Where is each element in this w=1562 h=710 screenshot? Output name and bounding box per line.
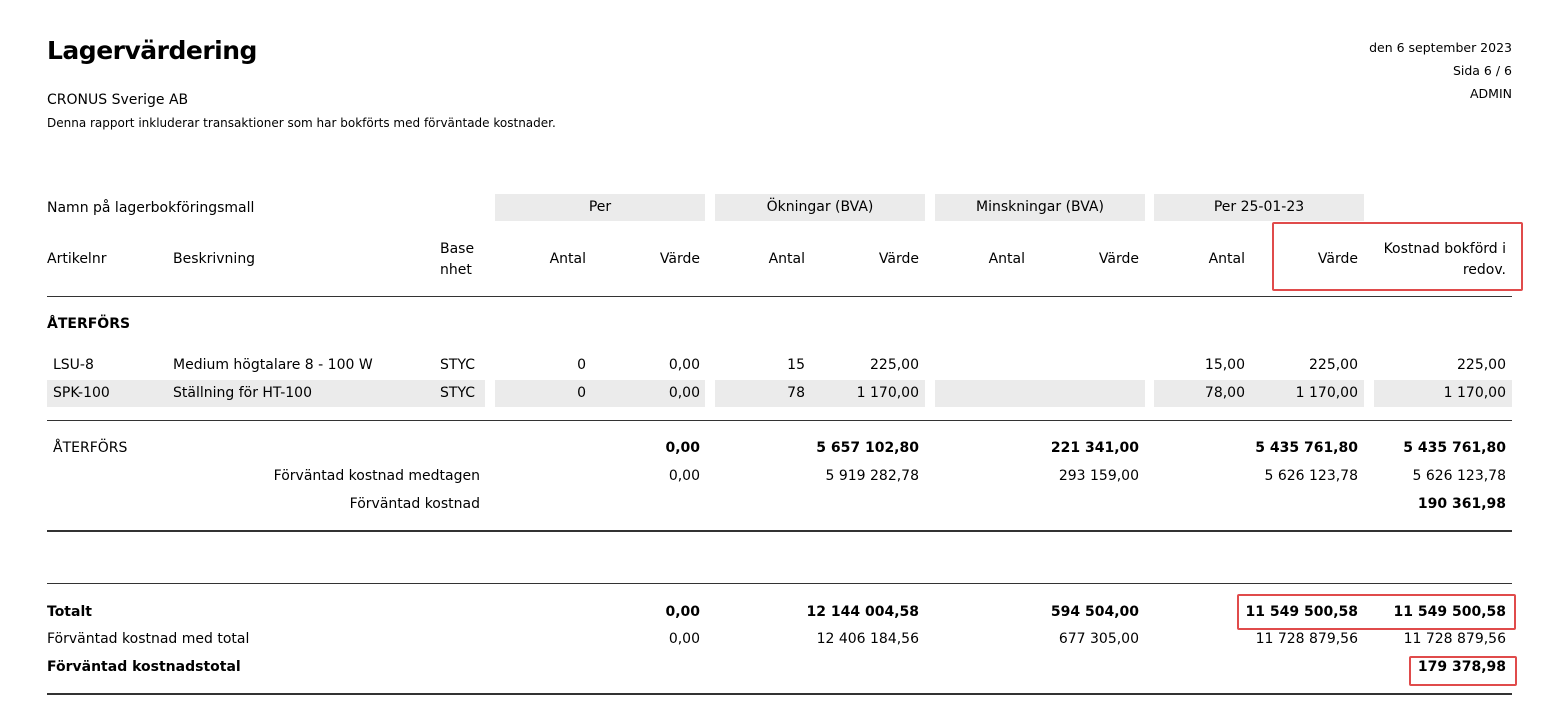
report-title: Lagervärdering <box>47 36 257 65</box>
bottom-divider <box>47 693 1512 695</box>
col-min-antal: Antal <box>988 251 1025 267</box>
subtotal-kostnad: 5 435 761,80 <box>1403 440 1506 456</box>
subtotal-expected-min: 293 159,00 <box>1058 468 1139 484</box>
col-okn-antal: Antal <box>768 251 805 267</box>
section-end-divider <box>47 530 1512 532</box>
item-end-varde: 225,00 <box>1309 357 1358 373</box>
item-kostnad: 1 170,00 <box>1443 385 1506 401</box>
item-desc: Ställning för HT-100 <box>173 385 312 401</box>
highlight-box-header <box>1272 222 1523 291</box>
item-per-antal: 0 <box>577 357 586 373</box>
subtotal-expected-okn: 5 919 282,78 <box>825 468 919 484</box>
item-unit: STYC <box>440 385 475 401</box>
subtotal-expected-end: 5 626 123,78 <box>1264 468 1358 484</box>
col-artikelnr: Artikelnr <box>47 251 107 267</box>
total-expected-min: 677 305,00 <box>1058 631 1139 647</box>
total-per-varde: 0,00 <box>665 604 700 620</box>
col-per-varde: Värde <box>659 251 700 267</box>
expected-total-label: Förväntad kostnadstotal <box>47 659 241 675</box>
col-okn-varde: Värde <box>878 251 919 267</box>
subtotal-per-varde: 0,00 <box>665 440 700 456</box>
item-end-antal: 15,00 <box>1204 357 1245 373</box>
total-expected-end: 11 728 879,56 <box>1255 631 1358 647</box>
group-header-okningar: Ökningar (BVA) <box>715 194 925 221</box>
total-expected-okn: 12 406 184,56 <box>816 631 919 647</box>
item-end-varde: 1 170,00 <box>1295 385 1358 401</box>
total-label: Totalt <box>47 604 92 620</box>
item-per-antal: 0 <box>577 385 586 401</box>
row-shade <box>935 380 1145 407</box>
item-per-varde: 0,00 <box>668 357 700 373</box>
highlight-box-total <box>1237 594 1516 630</box>
item-nr: SPK-100 <box>53 385 110 401</box>
col-base-line1: Base <box>440 241 475 257</box>
col-end-antal: Antal <box>1208 251 1245 267</box>
company-name: CRONUS Sverige AB <box>47 92 189 108</box>
total-min-varde: 594 504,00 <box>1050 604 1139 620</box>
subtotal-expected-per: 0,00 <box>668 468 700 484</box>
subtotal-expected-incl-label: Förväntad kostnad medtagen <box>273 468 480 484</box>
total-divider <box>47 583 1512 584</box>
item-okn-antal: 78 <box>787 385 805 401</box>
item-kostnad: 225,00 <box>1457 357 1506 373</box>
subtotal-min-varde: 221 341,00 <box>1050 440 1139 456</box>
header-divider <box>47 296 1512 297</box>
subtotal-expected-label: Förväntad kostnad <box>349 496 480 512</box>
total-expected-per: 0,00 <box>668 631 700 647</box>
user-id: ADMIN <box>1470 86 1512 101</box>
group-header-per-date: Per 25-01-23 <box>1154 194 1364 221</box>
subtotal-label: ÅTERFÖRS <box>53 440 128 456</box>
total-expected-label: Förväntad kostnad med total <box>47 631 250 647</box>
item-per-varde: 0,00 <box>668 385 700 401</box>
group-label: Namn på lagerbokföringsmall <box>47 200 255 216</box>
highlight-box-expected-total <box>1409 656 1517 686</box>
subtotal-end-varde: 5 435 761,80 <box>1255 440 1358 456</box>
col-min-varde: Värde <box>1098 251 1139 267</box>
subtotal-okn-varde: 5 657 102,80 <box>816 440 919 456</box>
col-per-antal: Antal <box>549 251 586 267</box>
group-header-per: Per <box>495 194 705 221</box>
report-note: Denna rapport inkluderar transaktioner s… <box>47 116 556 130</box>
item-desc: Medium högtalare 8 - 100 W <box>173 357 373 373</box>
item-okn-varde: 225,00 <box>870 357 919 373</box>
item-nr: LSU-8 <box>53 357 94 373</box>
total-expected-kostnad: 11 728 879,56 <box>1403 631 1506 647</box>
subtotal-expected-cost: 190 361,98 <box>1417 496 1506 512</box>
subtotal-expected-kostnad: 5 626 123,78 <box>1412 468 1506 484</box>
rows-divider <box>47 420 1512 421</box>
col-base-line2: nhet <box>440 262 472 278</box>
section-title: ÅTERFÖRS <box>47 316 131 332</box>
item-end-antal: 78,00 <box>1204 385 1245 401</box>
item-okn-antal: 15 <box>787 357 805 373</box>
item-okn-varde: 1 170,00 <box>856 385 919 401</box>
item-unit: STYC <box>440 357 475 373</box>
group-header-minskningar: Minskningar (BVA) <box>935 194 1145 221</box>
col-beskrivning: Beskrivning <box>173 251 256 267</box>
report-date: den 6 september 2023 <box>1369 40 1512 55</box>
total-okn-varde: 12 144 004,58 <box>806 604 919 620</box>
page-number: Sida 6 / 6 <box>1452 63 1512 78</box>
